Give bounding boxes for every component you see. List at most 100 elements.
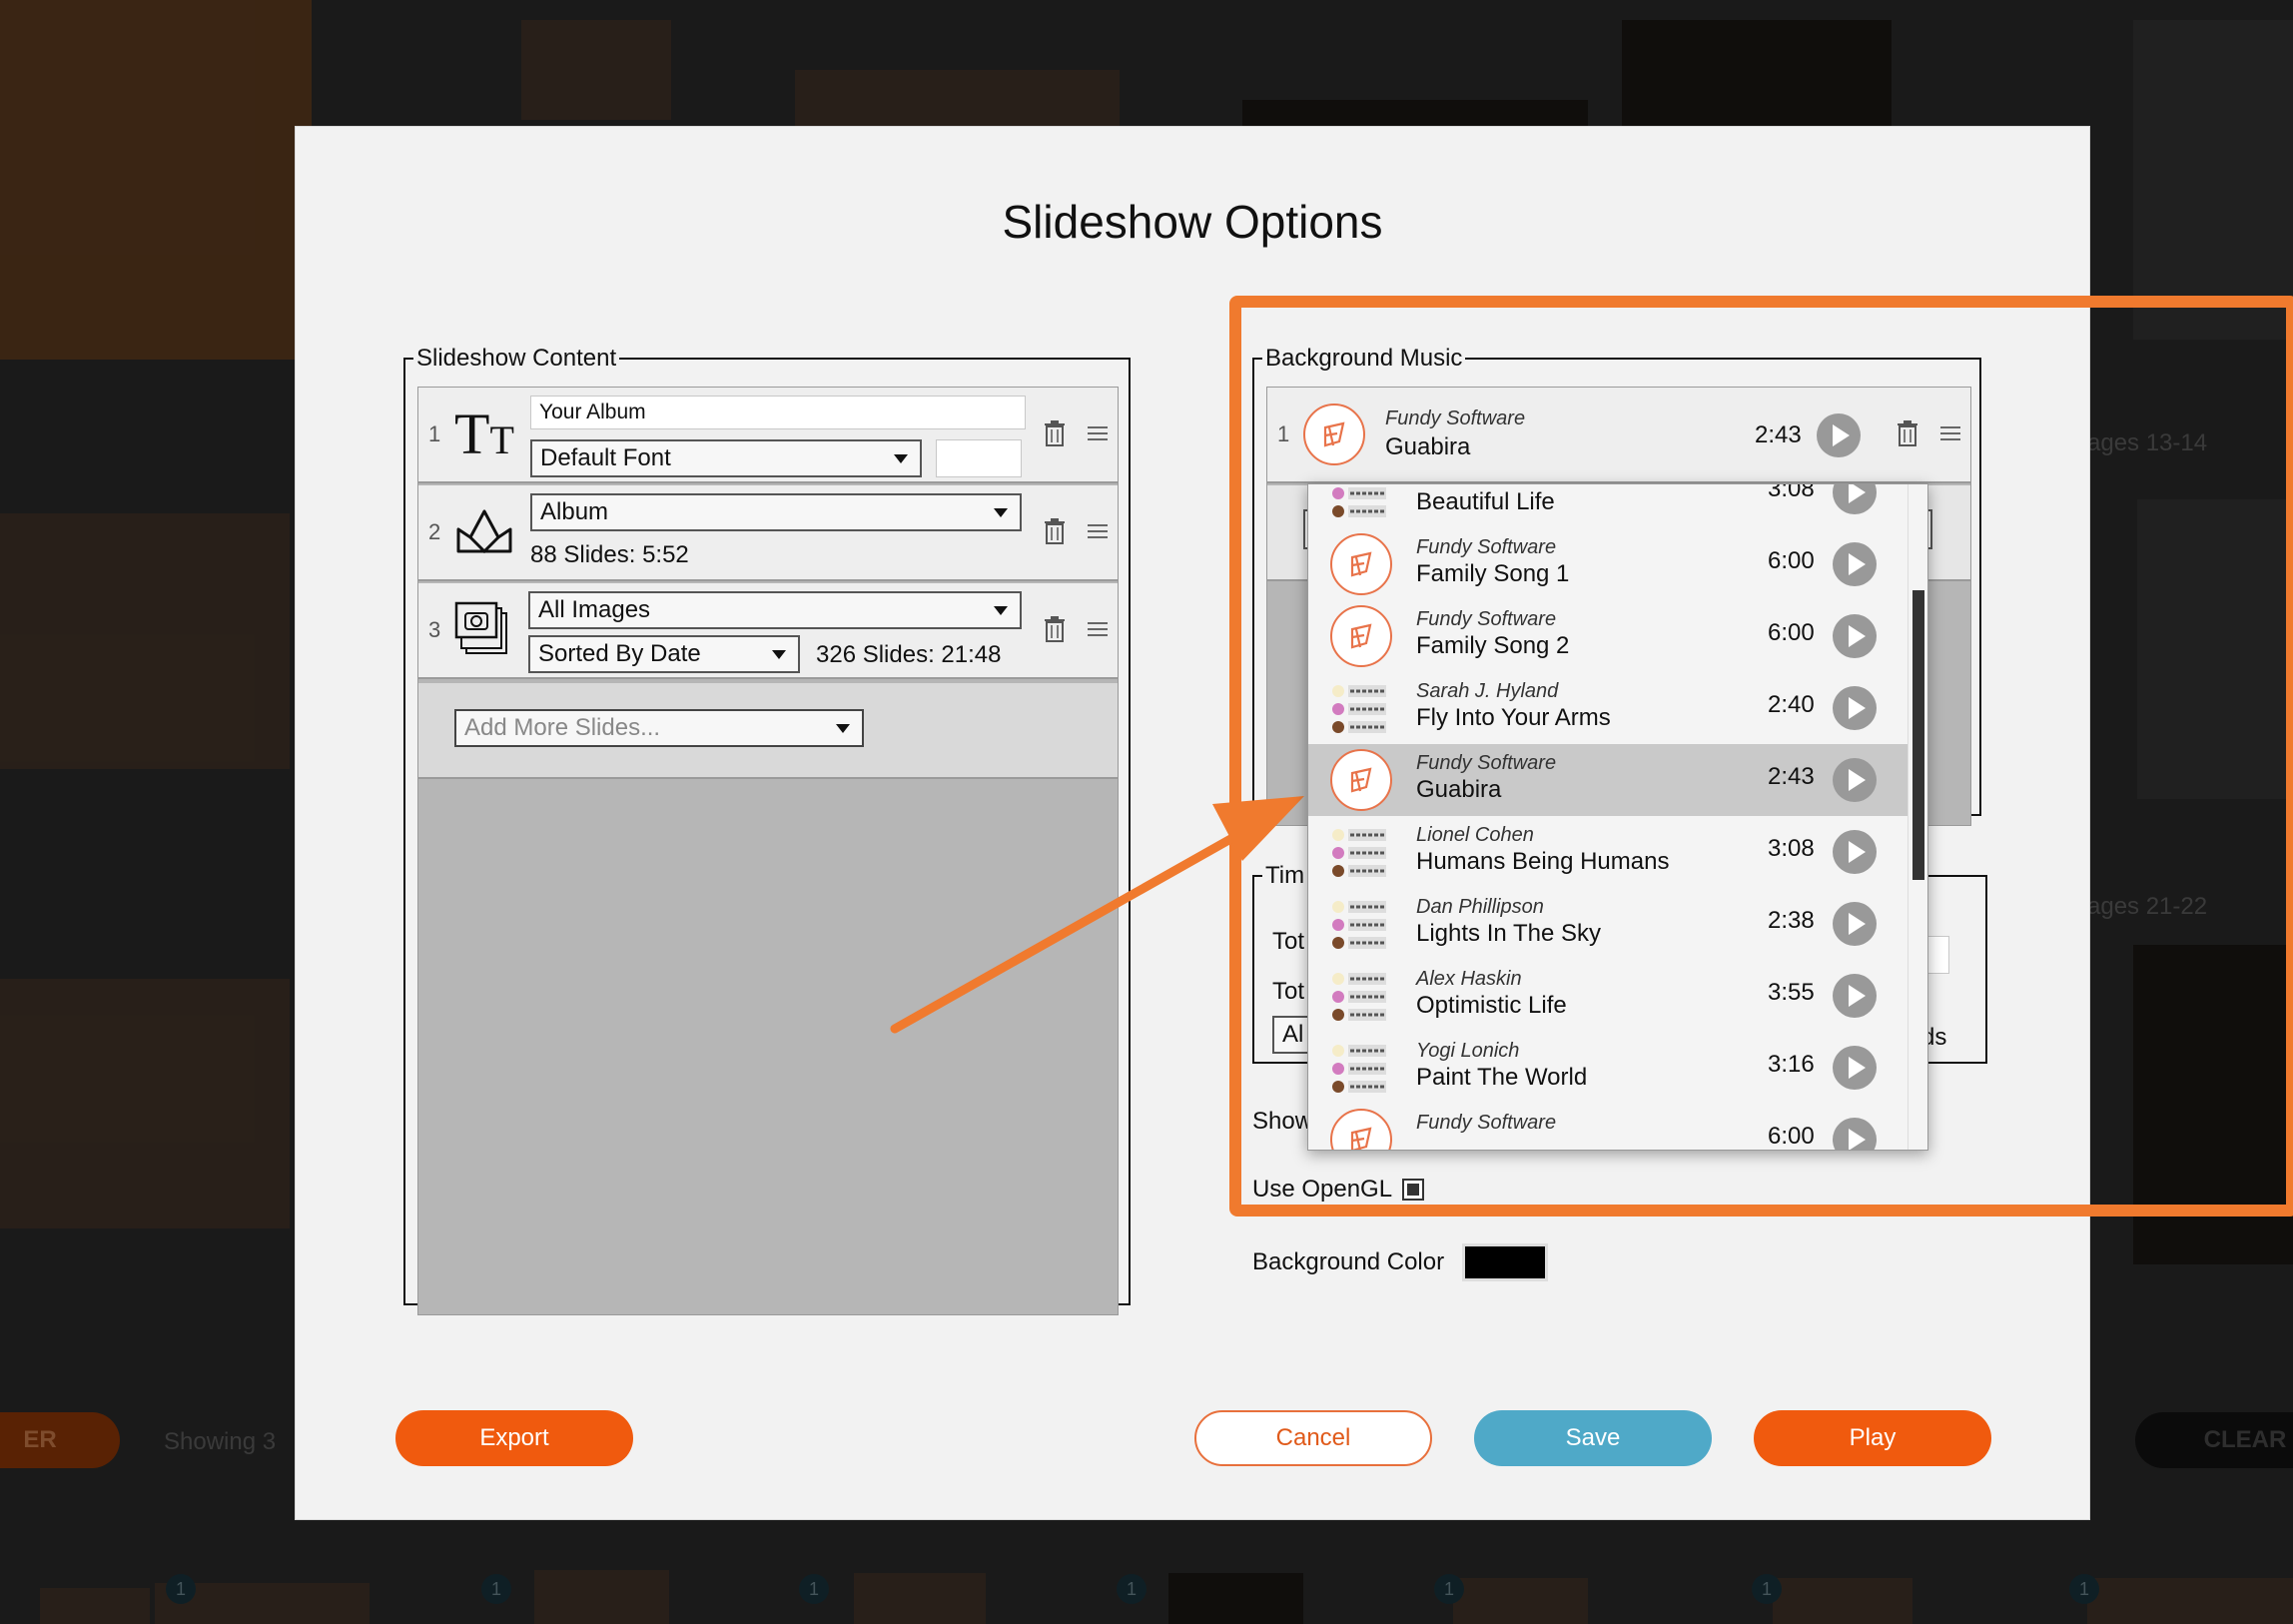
music-option-duration: 3:08 [1768,835,1815,862]
fundy-logo [1330,749,1392,811]
music-option-title: Optimistic Life [1416,992,1567,1019]
music-option-title: Beautiful Life [1416,488,1555,515]
play-icon[interactable] [1833,974,1877,1018]
drag-handle-icon[interactable] [1088,618,1108,640]
music-dropdown-list[interactable]: FisherBeautiful Life3:08Fundy SoftwareFa… [1307,483,1928,1151]
album-icon [456,509,512,554]
trash-icon[interactable] [1042,615,1068,643]
album-select-value: Album [540,498,609,525]
chevron-down-icon [994,606,1008,615]
music-option-title: Lights In The Sky [1416,920,1601,947]
slideshow-content-list: 1 TT Your Album Default Font 2 Album 88 … [417,387,1119,1315]
music-option[interactable]: Fundy Software 6:00 [1308,1104,1908,1150]
chevron-down-icon [836,724,850,733]
music-option-artist: Fundy Software [1416,536,1557,558]
music-option-duration: 6:00 [1768,1123,1815,1150]
chevron-down-icon [994,508,1008,517]
music-option-duration: 6:00 [1768,547,1815,574]
triple-scoop-music-logo [1332,829,1386,877]
row-number: 2 [428,519,441,544]
play-button[interactable]: Play [1754,1410,1991,1466]
drag-handle-icon[interactable] [1088,422,1108,444]
fundy-logo [1330,605,1392,667]
cancel-button[interactable]: Cancel [1194,1410,1432,1466]
export-button[interactable]: Export [395,1410,633,1466]
music-option[interactable]: Fundy Software Family Song 1 6:00 [1308,528,1908,600]
row-number: 1 [428,421,441,446]
play-icon[interactable] [1833,1046,1877,1090]
play-icon[interactable] [1833,902,1877,946]
font-select-value: Default Font [540,444,671,471]
music-option-artist: Alex Haskin [1416,968,1522,990]
scrollbar-thumb[interactable] [1912,590,1924,880]
play-icon[interactable] [1833,1118,1877,1150]
music-option[interactable]: Alex Haskin Optimistic Life 3:55 [1308,960,1908,1032]
album-title-input[interactable]: Your Album [530,396,1026,429]
play-icon[interactable] [1833,484,1877,514]
background-color-label: Background Color [1252,1248,1445,1275]
play-icon[interactable] [1833,686,1877,730]
background-color-swatch[interactable] [1462,1243,1549,1281]
dialog-title: Slideshow Options [1002,196,1383,248]
music-option-title: Guabira [1416,776,1502,803]
save-button[interactable]: Save [1474,1410,1712,1466]
add-more-slides-select[interactable]: Add More Slides... [454,709,864,747]
music-option-title: Fly Into Your Arms [1416,704,1611,731]
triple-scoop-music-logo [1332,1045,1386,1093]
music-option-title: Family Song 2 [1416,632,1570,659]
music-option[interactable]: Lionel Cohen Humans Being Humans 3:08 [1308,816,1908,888]
music-option-duration: 2:43 [1768,763,1815,790]
sort-select-value: Sorted By Date [538,640,701,667]
music-option[interactable]: Fundy Software Guabira 2:43 [1308,744,1908,816]
triple-scoop-music-logo [1332,901,1386,949]
music-option[interactable]: FisherBeautiful Life 3:08 [1308,484,1908,528]
images-icon [454,601,507,654]
music-option-artist: Yogi Lonich [1416,1040,1520,1062]
content-row-album[interactable]: 2 Album 88 Slides: 5:52 [418,485,1118,581]
slide-count: 326 Slides: 21:48 [816,641,1002,668]
scrollbar[interactable] [1908,484,1927,1150]
play-icon[interactable] [1833,614,1877,658]
music-option-duration: 2:40 [1768,691,1815,718]
music-option-artist: Lionel Cohen [1416,824,1534,846]
fundy-logo [1330,1109,1392,1150]
music-option-duration: 3:55 [1768,979,1815,1006]
font-color-field[interactable] [936,439,1022,477]
add-more-slides-placeholder: Add More Slides... [464,714,661,741]
chevron-down-icon [894,454,908,463]
music-option[interactable]: Sarah J. Hyland Fly Into Your Arms 2:40 [1308,672,1908,744]
trash-icon[interactable] [1042,517,1068,545]
play-icon[interactable] [1833,542,1877,586]
font-select[interactable]: Default Font [530,439,922,477]
album-select[interactable]: Album [530,493,1022,531]
text-icon: TT [454,402,514,466]
music-option[interactable]: Yogi Lonich Paint The World 3:16 [1308,1032,1908,1104]
music-option-artist: Dan Phillipson [1416,896,1544,918]
slide-count: 88 Slides: 5:52 [530,541,689,568]
slideshow-content-legend: Slideshow Content [416,345,617,372]
music-option-duration: 2:38 [1768,907,1815,934]
play-icon[interactable] [1833,830,1877,874]
slideshow-content-group: Slideshow Content 1 TT Your Album Defaul… [403,345,1131,1315]
music-option-duration: 3:16 [1768,1051,1815,1078]
triple-scoop-music-logo [1332,685,1386,733]
music-option-artist: Fundy Software [1416,1112,1557,1134]
music-option-artist: Fundy Software [1416,608,1557,630]
images-select[interactable]: All Images [528,591,1022,629]
row-number: 3 [428,617,441,642]
play-icon[interactable] [1833,758,1877,802]
chevron-down-icon [772,650,786,659]
music-option-title: Family Song 1 [1416,560,1570,587]
content-row-title[interactable]: 1 TT Your Album Default Font [418,388,1118,483]
music-option-artist: Fundy Software [1416,752,1557,774]
content-row-images[interactable]: 3 All Images Sorted By Date 326 Slides: … [418,583,1118,679]
fundy-logo [1330,533,1392,595]
music-option-artist: Sarah J. Hyland [1416,680,1559,702]
music-option[interactable]: Dan Phillipson Lights In The Sky 2:38 [1308,888,1908,960]
drag-handle-icon[interactable] [1088,520,1108,542]
music-option-title: Humans Being Humans [1416,848,1670,875]
music-option[interactable]: Fundy Software Family Song 2 6:00 [1308,600,1908,672]
music-option-artist: Fisher [1416,484,1472,487]
trash-icon[interactable] [1042,419,1068,447]
sort-select[interactable]: Sorted By Date [528,635,800,673]
